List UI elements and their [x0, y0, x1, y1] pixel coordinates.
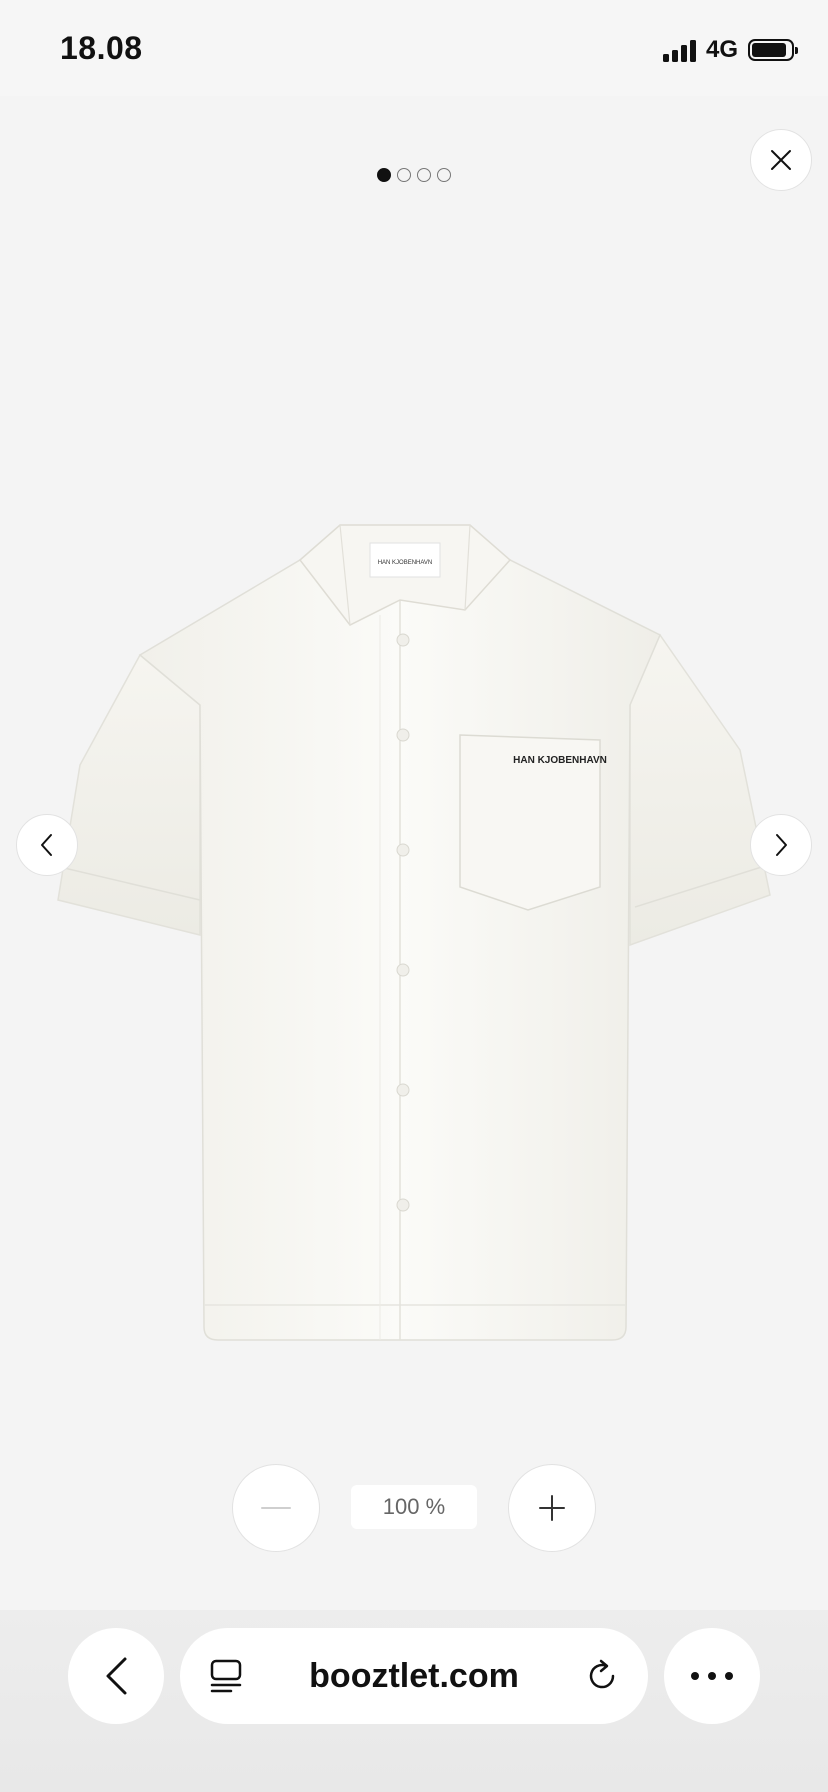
image-pager — [0, 168, 828, 182]
status-bar: 18.08 4G — [0, 0, 828, 96]
more-options-button[interactable] — [664, 1628, 760, 1724]
chevron-left-icon — [41, 834, 52, 856]
chevron-left-icon — [106, 1657, 127, 1695]
collar-label: HAN KJOBENHAVN — [378, 560, 433, 566]
pager-dot[interactable] — [417, 168, 431, 182]
close-icon — [771, 150, 791, 170]
signal-icon — [662, 38, 696, 62]
zoom-in-button[interactable] — [508, 1464, 596, 1552]
pocket-label: HAN KJOBENHAVN — [513, 755, 607, 766]
product-image: HAN KJOBENHAVN HAN KJOBENHAVN — [57, 524, 771, 1341]
plus-icon — [539, 1495, 565, 1521]
minus-icon — [261, 1507, 291, 1509]
chevron-right-icon — [776, 834, 787, 856]
reload-icon[interactable] — [582, 1656, 622, 1696]
tabs-icon[interactable] — [206, 1656, 246, 1696]
url-text[interactable]: booztlet.com — [246, 1657, 582, 1696]
battery-icon — [748, 39, 798, 61]
more-icon — [691, 1672, 733, 1680]
previous-image-button[interactable] — [16, 814, 78, 876]
next-image-button[interactable] — [750, 814, 812, 876]
address-bar[interactable]: booztlet.com — [180, 1628, 648, 1724]
pager-dot-active[interactable] — [377, 168, 391, 182]
network-type: 4G — [705, 36, 738, 63]
pager-dot[interactable] — [397, 168, 411, 182]
zoom-out-button[interactable] — [232, 1464, 320, 1552]
pager-dot[interactable] — [437, 168, 451, 182]
browser-back-button[interactable] — [68, 1628, 164, 1724]
status-indicators: 4G — [662, 36, 798, 64]
clock: 18.08 — [60, 30, 143, 66]
close-button[interactable] — [750, 129, 812, 191]
zoom-level: 100 % — [351, 1485, 477, 1529]
